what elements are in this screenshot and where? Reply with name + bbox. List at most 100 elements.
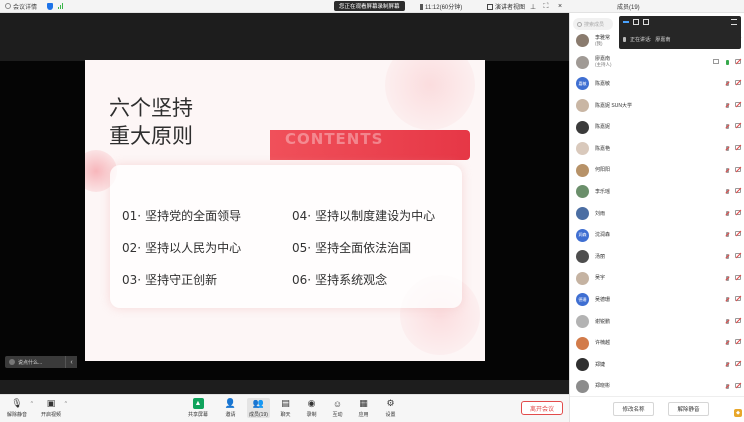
mic-off-icon[interactable] [726, 318, 729, 324]
invite-button[interactable]: 👤 邀请 [225, 398, 236, 418]
participant-row[interactable]: 润森 沈润森 [570, 224, 744, 246]
participant-name: 李乐瑶 [595, 188, 611, 195]
mic-off-icon[interactable] [726, 167, 729, 173]
camera-icon: ▣ [46, 398, 56, 408]
camera-off-icon[interactable] [735, 252, 741, 258]
participant-name-block: 郑晓彬 [595, 383, 610, 389]
members-button[interactable]: 👥 成员(19) [247, 398, 270, 418]
meeting-app: 会议详情 您正在观看屏幕录制屏幕 11:12(60分钟) 演讲者视图 ⊥ ⛶ ×… [0, 0, 744, 422]
mic-off-icon[interactable] [726, 297, 729, 303]
principle-item: 02· 坚持以人民为中心 [122, 241, 242, 255]
participant-row[interactable]: 郑婕 [570, 354, 744, 376]
rename-button[interactable]: 修改名称 [613, 402, 654, 416]
camera-off-icon[interactable] [735, 339, 741, 345]
participant-name: 郑晓彬 [595, 383, 611, 390]
participant-row[interactable]: 汤丽 [570, 246, 744, 268]
decor-blob [385, 60, 475, 130]
camera-off-icon[interactable] [735, 123, 741, 129]
timer-label: 11:12(60分钟) [425, 5, 463, 11]
participant-row[interactable]: 许楠越 [570, 332, 744, 354]
mic-off-icon[interactable] [726, 383, 729, 389]
meeting-info-button[interactable]: 会议详情 [5, 2, 37, 11]
camera-off-icon[interactable] [735, 317, 741, 323]
participant-row[interactable]: 吴宇 [570, 268, 744, 290]
participant-row[interactable]: 陈嘉妮 SUN大学 [570, 95, 744, 117]
fullscreen-icon[interactable]: ⛶ [541, 2, 551, 11]
mic-off-icon[interactable] [726, 124, 729, 130]
participant-row[interactable]: 廖嘉南 (主持人) [570, 52, 744, 74]
floating-speaker-bar[interactable]: 正在讲话: 廖嘉南 [619, 16, 741, 49]
chat-collapse-button[interactable]: ‹ [65, 356, 77, 368]
chevron-up-icon[interactable]: ^ [31, 401, 33, 407]
speaker-view-button[interactable]: 演讲者视图 [487, 2, 525, 11]
chevron-up-icon[interactable]: ^ [65, 401, 67, 407]
mic-off-icon[interactable] [726, 210, 729, 216]
mic-icon[interactable] [726, 59, 729, 65]
record-button[interactable]: ◉ 录制 [306, 398, 317, 418]
leave-meeting-button[interactable]: 离开会议 [521, 401, 563, 415]
search-placeholder: 搜索成员 [584, 21, 605, 28]
camera-off-icon[interactable] [735, 360, 741, 366]
reactions-button[interactable]: ☺ 互动 [332, 398, 343, 419]
participant-row[interactable]: 德珊 吴德珊 [570, 289, 744, 311]
member-search-input[interactable]: 搜索成员 [573, 18, 613, 30]
participant-row[interactable]: 陈嘉妮 [570, 116, 744, 138]
camera-off-icon[interactable] [735, 296, 741, 302]
timer-icon [420, 3, 423, 10]
window-icon[interactable] [633, 19, 639, 25]
camera-off-icon[interactable] [735, 231, 741, 237]
camera-off-icon[interactable] [735, 209, 741, 215]
chat-button[interactable]: ▤ 聊天 [280, 398, 291, 418]
pin-icon[interactable]: ⊥ [528, 2, 538, 11]
participant-row[interactable]: 嘉敏 陈嘉敏 [570, 73, 744, 95]
participant-row[interactable]: 何阳阳 [570, 160, 744, 182]
notification-badge-icon[interactable]: ◆ [734, 409, 742, 417]
apps-button[interactable]: ▦ 应用 [358, 398, 369, 418]
mic-off-icon[interactable] [726, 361, 729, 367]
mic-off-icon[interactable] [726, 275, 729, 281]
participant-row[interactable]: 李乐瑶 [570, 181, 744, 203]
avatar [576, 336, 589, 350]
close-icon[interactable]: × [555, 2, 565, 11]
mic-off-icon[interactable] [726, 189, 729, 195]
mic-off-icon[interactable] [726, 145, 729, 151]
avatar [576, 379, 589, 393]
list-icon[interactable] [643, 19, 649, 25]
mic-off-icon[interactable] [726, 253, 729, 259]
mic-off-icon[interactable] [726, 81, 729, 87]
signal-icon[interactable] [58, 3, 64, 9]
camera-off-icon[interactable] [735, 58, 741, 64]
camera-off-icon[interactable] [735, 382, 741, 388]
participant-name-block: 汤丽 [595, 254, 605, 260]
settings-label: 设置 [385, 412, 396, 418]
unmute-button[interactable]: 🎙 解除静音 ^ [7, 398, 33, 418]
camera-off-icon[interactable] [735, 274, 741, 280]
settings-button[interactable]: ⚙ 设置 [385, 398, 396, 418]
participant-name-block: 谢锐鹏 [595, 319, 610, 325]
menu-icon[interactable] [731, 19, 737, 25]
start-video-button[interactable]: ▣ 开启视频 ^ [41, 398, 67, 418]
camera-off-icon[interactable] [735, 144, 741, 150]
participant-row[interactable]: 刘雨 [570, 203, 744, 225]
camera-off-icon[interactable] [735, 166, 741, 172]
recording-notice: 您正在观看屏幕录制屏幕 [334, 1, 405, 11]
camera-off-icon[interactable] [735, 188, 741, 194]
participants-header: 成员(19) [569, 0, 744, 13]
participant-row[interactable]: 谢锐鹏 [570, 311, 744, 333]
mic-off-icon[interactable] [726, 340, 729, 346]
info-icon [5, 3, 11, 9]
avatar [576, 99, 589, 113]
mic-off-icon[interactable] [726, 102, 729, 108]
camera-off-icon[interactable] [735, 101, 741, 107]
share-screen-button[interactable]: ▲ 共享屏幕 [188, 398, 208, 418]
gear-icon: ⚙ [386, 398, 395, 408]
shield-icon[interactable] [47, 2, 54, 10]
camera-off-icon[interactable] [735, 80, 741, 86]
mic-icon [623, 37, 626, 42]
mic-off-icon[interactable] [726, 232, 729, 238]
participant-row[interactable]: 陈嘉艳 [570, 138, 744, 160]
participant-name-block: 陈嘉妮 SUN大学 [595, 103, 632, 109]
unmute-all-button[interactable]: 解除静音 [668, 402, 709, 416]
slide-title: 六个坚持 重大原则 [109, 94, 193, 150]
participant-row[interactable]: 郑晓彬 [570, 376, 744, 398]
